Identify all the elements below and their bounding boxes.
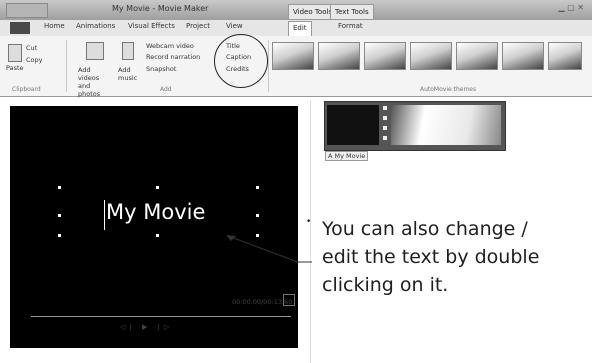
annotation-line: edit the text by double <box>322 246 540 268</box>
bullet-point: • <box>306 217 312 227</box>
annotation-text: You can also change / edit the text by d… <box>322 215 539 299</box>
annotation-line: clicking on it. <box>322 274 449 296</box>
annotation-line: You can also change / <box>322 218 528 240</box>
annotation-pointer <box>226 235 312 263</box>
